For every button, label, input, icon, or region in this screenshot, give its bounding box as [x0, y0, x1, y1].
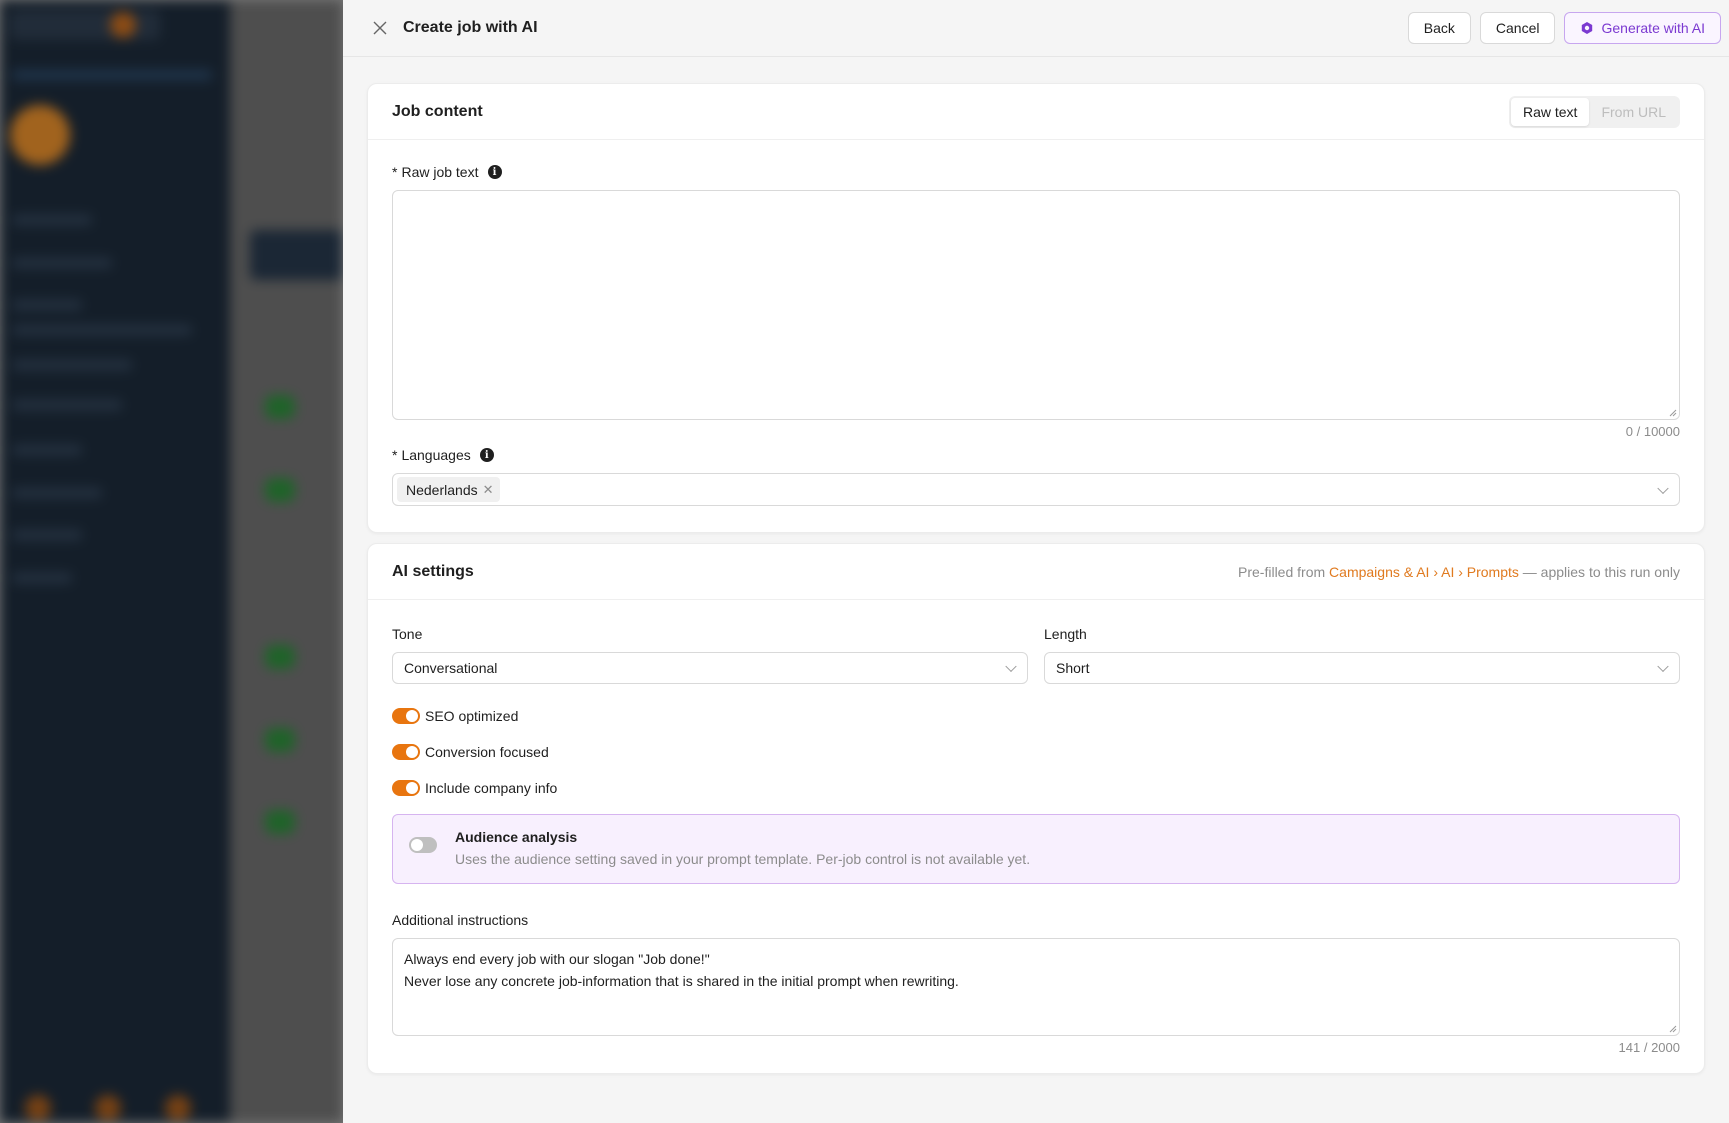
audience-analysis-title: Audience analysis — [455, 829, 578, 845]
include-company-info-label: Include company info — [425, 780, 558, 796]
length-label: Length — [1044, 626, 1087, 642]
ai-sparkle-icon — [1582, 22, 1593, 34]
resize-handle-icon[interactable] — [1669, 409, 1677, 417]
tab-from-url[interactable]: From URL — [1589, 98, 1678, 126]
job-content-body: * Raw job text i 0 / 10000 * Languages i… — [368, 140, 1704, 532]
include-company-info-row: Include company info — [392, 778, 1680, 798]
job-content-header: Job content Raw text From URL — [368, 84, 1704, 140]
audience-analysis-toggle[interactable] — [409, 837, 437, 853]
raw-text-char-counter: 0 / 10000 — [1625, 424, 1680, 439]
close-button[interactable] — [369, 17, 391, 39]
audience-analysis-box: Audience analysis Uses the audience sett… — [392, 814, 1680, 884]
language-tag-label: Nederlands — [406, 481, 478, 498]
chevron-down-icon — [1657, 482, 1669, 494]
drawer-header: Create job with AI Back Cancel Generate … — [343, 0, 1729, 57]
instructions-line: Always end every job with our slogan "Jo… — [404, 951, 710, 967]
ai-settings-title: AI settings — [392, 562, 474, 580]
length-value: Short — [1056, 660, 1090, 676]
conversion-focused-toggle[interactable] — [392, 744, 420, 760]
remove-tag-icon[interactable]: ✕ — [483, 482, 494, 498]
tone-column: Tone Conversational — [392, 626, 1028, 684]
cancel-button[interactable]: Cancel — [1479, 12, 1556, 44]
prompts-link[interactable]: Campaigns & AI › AI › Prompts — [1329, 564, 1519, 580]
audience-analysis-text: Audience analysis Uses the audience sett… — [455, 829, 1030, 867]
info-icon[interactable]: i — [487, 165, 502, 179]
source-segmented-control: Raw text From URL — [1508, 95, 1680, 128]
seo-optimized-label: SEO optimized — [425, 708, 519, 724]
info-icon[interactable]: i — [479, 448, 494, 462]
seo-optimized-row: SEO optimized — [392, 706, 1680, 726]
background-overlay[interactable] — [0, 0, 343, 1123]
generate-with-ai-button[interactable]: Generate with AI — [1564, 12, 1721, 44]
length-column: Length Short — [1044, 626, 1680, 684]
languages-select[interactable]: Nederlands ✕ — [392, 473, 1680, 506]
additional-instructions-label: Additional instructions — [392, 912, 529, 928]
header-actions: Back Cancel Generate with AI — [1407, 12, 1721, 44]
languages-label-text: Languages — [401, 447, 471, 463]
additional-instructions-input[interactable]: Always end every job with our slogan "Jo… — [392, 938, 1680, 1036]
prefill-note-prefix: Pre-filled from — [1238, 563, 1330, 580]
ai-settings-body: Tone Conversational Length Short SEO opt… — [368, 600, 1704, 1073]
tab-raw-text[interactable]: Raw text — [1510, 97, 1590, 126]
ai-settings-header: AI settings Pre-filled from Campaigns & … — [368, 544, 1704, 600]
generate-label: Generate with AI — [1601, 20, 1705, 36]
chevron-down-icon — [1657, 660, 1669, 673]
length-select[interactable]: Short — [1044, 652, 1680, 684]
instructions-line: Never lose any concrete job-information … — [404, 973, 959, 989]
seo-optimized-toggle[interactable] — [392, 708, 420, 724]
back-button[interactable]: Back — [1407, 12, 1471, 44]
raw-job-text-label-text: Raw job text — [401, 164, 479, 180]
ai-settings-card: AI settings Pre-filled from Campaigns & … — [367, 543, 1705, 1074]
audience-analysis-description: Uses the audience setting saved in your … — [455, 851, 1031, 867]
tone-select[interactable]: Conversational — [392, 652, 1028, 684]
include-company-info-toggle[interactable] — [392, 780, 420, 796]
required-marker: * — [392, 447, 398, 463]
job-content-card: Job content Raw text From URL * Raw job … — [367, 83, 1705, 533]
background-app — [0, 0, 343, 1123]
conversion-focused-row: Conversion focused — [392, 742, 1680, 762]
prefill-note: Pre-filled from Campaigns & AI › AI › Pr… — [1238, 564, 1680, 580]
resize-handle-icon[interactable] — [1669, 1025, 1677, 1033]
create-job-drawer: Create job with AI Back Cancel Generate … — [343, 0, 1729, 1123]
instructions-char-counter: 141 / 2000 — [1618, 1040, 1680, 1055]
chevron-down-icon — [1005, 660, 1017, 673]
raw-job-text-input[interactable] — [392, 190, 1680, 420]
drawer-content: Job content Raw text From URL * Raw job … — [343, 57, 1729, 1074]
prefill-note-suffix: — applies to this run only — [1518, 563, 1680, 580]
tone-label: Tone — [392, 626, 423, 642]
languages-label: * Languages i — [392, 447, 1680, 463]
conversion-focused-label: Conversion focused — [425, 744, 549, 760]
tone-length-row: Tone Conversational Length Short — [392, 626, 1680, 684]
required-marker: * — [392, 164, 398, 180]
close-icon — [373, 21, 387, 35]
drawer-title: Create job with AI — [403, 19, 538, 36]
job-content-title: Job content — [392, 102, 483, 120]
tone-value: Conversational — [404, 660, 498, 676]
language-tag: Nederlands ✕ — [397, 477, 500, 502]
raw-job-text-label: * Raw job text i — [392, 164, 1680, 180]
